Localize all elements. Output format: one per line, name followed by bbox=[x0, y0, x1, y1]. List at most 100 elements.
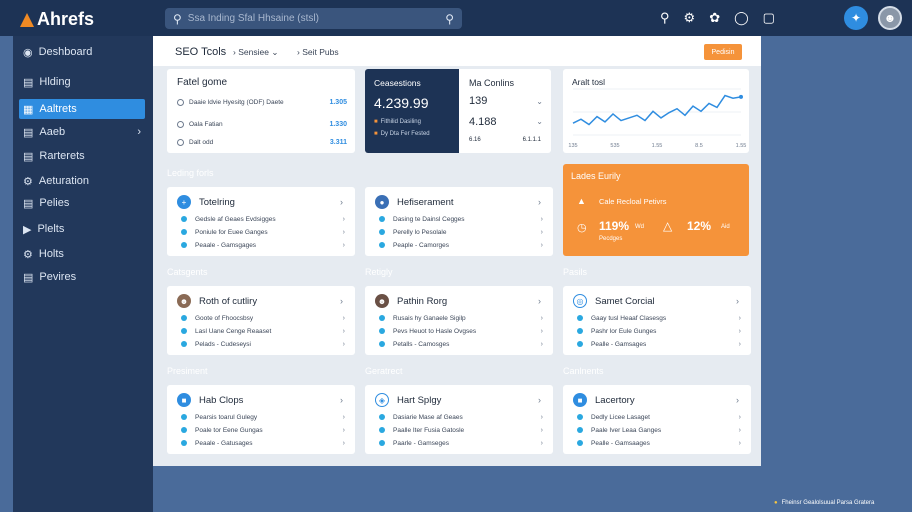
stat-suffix: Aid bbox=[721, 224, 730, 230]
list-item[interactable]: Poniule for Euee Ganges › bbox=[181, 227, 345, 237]
chat-icon: ■ bbox=[177, 393, 191, 407]
check-icon bbox=[379, 216, 385, 222]
chevron-right-icon: › bbox=[297, 47, 300, 57]
list-item[interactable]: Pearsis toarul Gulegy › bbox=[181, 412, 345, 422]
search-input[interactable] bbox=[187, 13, 440, 24]
check-icon: ■ bbox=[374, 131, 378, 137]
sidebar-item-policy[interactable]: ▤ Pelies bbox=[19, 193, 145, 213]
chevron-right-icon: › bbox=[540, 314, 543, 322]
check-icon bbox=[181, 229, 187, 235]
list-item[interactable]: Dasiarie Mase af Geaes › bbox=[379, 412, 543, 422]
check-icon bbox=[379, 315, 385, 321]
list-item[interactable]: Peaale - Gamsgages › bbox=[181, 240, 345, 250]
list-item[interactable]: Petalls - Camosges › bbox=[379, 339, 543, 349]
list-item[interactable]: Paalle Iter Fusia Gatosle › bbox=[379, 425, 543, 435]
feature-card[interactable]: ◎ Samet Corcial › Gaay tusl Heaaf Clases… bbox=[563, 286, 751, 355]
bird-icon[interactable]: ✦ bbox=[844, 6, 868, 30]
list-item[interactable]: Dalt odd 3.311 bbox=[177, 137, 347, 147]
breadcrumb-1[interactable]: › Sensiee ⌄ bbox=[233, 47, 278, 58]
chevron-right-icon: › bbox=[540, 413, 543, 421]
radio-icon bbox=[177, 120, 184, 128]
list-item[interactable]: Rusais hy Ganaele Sigilp › bbox=[379, 313, 543, 323]
feature-card[interactable]: ◈ Hart Splgy › Dasiarie Mase af Geaes › P… bbox=[365, 385, 553, 454]
check-icon bbox=[379, 229, 385, 235]
check-icon bbox=[181, 328, 187, 334]
feature-card[interactable]: ■ Lacertory › Dedly Licee Lasaget › Paale… bbox=[563, 385, 751, 454]
check-icon bbox=[379, 242, 385, 248]
list-item[interactable]: Peaple - Camorges › bbox=[379, 240, 543, 250]
feature-card[interactable]: ■ Hab Clops › Pearsis toarul Gulegy › Poa… bbox=[167, 385, 355, 454]
stats-value: 139 bbox=[469, 95, 488, 107]
list-item[interactable]: Pashr lor Eule Gunges › bbox=[577, 326, 741, 336]
chart-series-line bbox=[572, 94, 742, 126]
search-icon[interactable]: ⚲ bbox=[660, 10, 670, 26]
stats-foot: 6.16 bbox=[469, 137, 481, 143]
sidebar-item-plots[interactable]: ▶ Plelts bbox=[19, 219, 145, 239]
web-icon: ▤ bbox=[23, 126, 34, 139]
check-icon bbox=[181, 440, 187, 446]
plots-icon: ▶ bbox=[23, 223, 32, 236]
sidebar-item-reviews[interactable]: ▤ Pevires bbox=[19, 267, 145, 287]
alerts-icon: ▦ bbox=[23, 103, 34, 116]
chevron-down-icon[interactable]: ⌄ bbox=[536, 97, 543, 106]
stats-card-light: Ma Conlins 139 ⌄ 4.188 ⌄ 6.16 6.1.1.1 bbox=[459, 69, 551, 153]
chevron-down-icon[interactable]: ⌄ bbox=[536, 117, 543, 126]
chevron-right-icon: › bbox=[540, 241, 543, 249]
list-item[interactable]: Pevs Heuot to Hasle Ovgses › bbox=[379, 326, 543, 336]
feature-card[interactable]: ☻ Pathin Rorg › Rusais hy Ganaele Sigilp… bbox=[365, 286, 553, 355]
radio-icon bbox=[177, 98, 184, 106]
highlight-card: Lades Eurily ▲ Cale Recloal Petivrs ◷ 11… bbox=[563, 164, 749, 256]
sidebar-item-web[interactable]: ▤ Aaeb › bbox=[19, 122, 145, 142]
avatar[interactable]: ☻ bbox=[878, 6, 902, 30]
chat-icon: ■ bbox=[573, 393, 587, 407]
chevron-right-icon: › bbox=[738, 314, 741, 322]
list-item[interactable]: Lasl Uane Cenge Reaaset › bbox=[181, 326, 345, 336]
list-item[interactable]: Dedly Licee Lasaget › bbox=[577, 412, 741, 422]
list-item[interactable]: Pelads - Cudeseysi › bbox=[181, 339, 345, 349]
sidebar-item-hosts[interactable]: ⚙ Holts bbox=[19, 244, 145, 264]
chevron-right-icon: › bbox=[538, 395, 541, 405]
feature-card[interactable]: + Totelring › Gedsle af Geaes Evdsigges ›… bbox=[167, 187, 355, 256]
chevron-right-icon: › bbox=[342, 439, 345, 447]
list-item[interactable]: Goote of Fhoocsbsy › bbox=[181, 313, 345, 323]
list-item[interactable]: Pealle - Gamsages › bbox=[577, 339, 741, 349]
feature-card[interactable]: ☻ Roth of cutliry › Goote of Fhoocsbsy › … bbox=[167, 286, 355, 355]
feature-card[interactable]: ● Hefiserament › Dasing te Dainsl Cegges… bbox=[365, 187, 553, 256]
search-bar[interactable]: ⚲ ⚲ bbox=[165, 8, 462, 29]
help-icon[interactable]: ◯ bbox=[734, 10, 749, 26]
primary-button[interactable]: Pedisin bbox=[704, 44, 742, 60]
doc-icon[interactable]: ▢ bbox=[763, 10, 775, 26]
logo[interactable]: Ahrefs bbox=[20, 9, 94, 30]
sidebar-item-reports[interactable]: ▤ Rarterets bbox=[19, 146, 145, 166]
list-item[interactable]: Perelly lo Pesolale › bbox=[379, 227, 543, 237]
check-icon bbox=[577, 328, 583, 334]
page-title: SEO Tcols bbox=[175, 46, 227, 58]
list-item[interactable]: Daaie ldvie Hyesitg (ODF) Daete 1.305 bbox=[177, 97, 347, 107]
search-submit-icon[interactable]: ⚲ bbox=[445, 13, 454, 25]
list-item[interactable]: Dasing te Dainsl Cegges › bbox=[379, 214, 543, 224]
gift-icon[interactable]: ✿ bbox=[709, 10, 720, 26]
list-item[interactable]: Paale Iver Leaa Ganges › bbox=[577, 425, 741, 435]
sidebar-item-dashboard[interactable]: ◉ Deshboard bbox=[19, 42, 145, 62]
settings-icon[interactable]: ⚙ bbox=[684, 10, 696, 26]
check-icon bbox=[577, 427, 583, 433]
stats-line: ■ Fithilid Dasiling bbox=[374, 119, 421, 125]
sidebar-item-automation[interactable]: ⚙ Aeturation bbox=[19, 171, 145, 191]
list-item[interactable]: Gedsle af Geaes Evdsigges › bbox=[181, 214, 345, 224]
list-item[interactable]: Peaale - Gatusages › bbox=[181, 438, 345, 448]
list-item[interactable]: Poale tor Eene Gungas › bbox=[181, 425, 345, 435]
list-item[interactable]: Pealle - Gamsaages › bbox=[577, 438, 741, 448]
main-panel: SEO Tcols › Sensiee ⌄ › Seit Pubs Pedisi… bbox=[153, 36, 761, 466]
list-item[interactable]: Oala Fatian 1.330 bbox=[177, 119, 347, 129]
sidebar-item-alerts[interactable]: ▦ Aaltrets bbox=[19, 99, 145, 119]
breadcrumb-2[interactable]: › Seit Pubs bbox=[297, 47, 339, 57]
chevron-right-icon: › bbox=[340, 197, 343, 207]
section-label: Leding forls bbox=[167, 168, 214, 178]
sidebar: ◉ Deshboard ▤ Hlding ▦ Aaltrets ▤ Aaeb › ▤ Rar… bbox=[13, 36, 153, 512]
chevron-right-icon: › bbox=[540, 340, 543, 348]
plus-icon: + bbox=[177, 195, 191, 209]
logo-icon bbox=[20, 12, 34, 27]
sidebar-item-holding[interactable]: ▤ Hlding bbox=[19, 72, 145, 92]
list-item[interactable]: Gaay tusl Heaaf Clasesgs › bbox=[577, 313, 741, 323]
list-item[interactable]: Paarle - Gamseges › bbox=[379, 438, 543, 448]
